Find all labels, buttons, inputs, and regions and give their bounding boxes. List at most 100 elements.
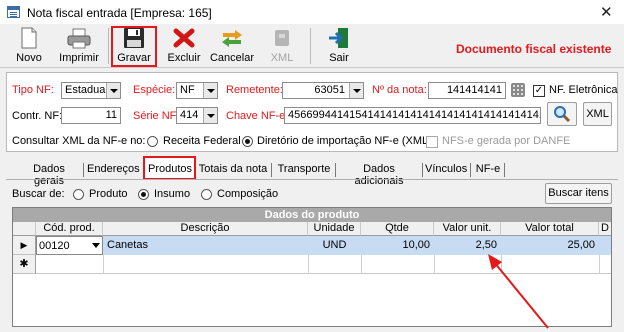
unidade-cell[interactable]: UND: [308, 236, 361, 255]
magnifier-icon: [554, 106, 571, 123]
cell-divider: [599, 255, 600, 274]
delete-button[interactable]: Excluir: [164, 26, 204, 66]
tab-nfe[interactable]: NF-e: [474, 161, 502, 179]
tab-dados-adicionais[interactable]: Dados adicionais: [338, 161, 420, 187]
annotation-arrow-icon: [488, 254, 549, 329]
composicao-radio[interactable]: [201, 189, 212, 200]
chevron-down-icon[interactable]: [203, 108, 217, 123]
nf-eletronica-label: NF. Eletrônica: [549, 84, 618, 96]
buscar-de-label: Buscar de:: [12, 188, 65, 200]
col-header-valor-total[interactable]: Valor total: [501, 222, 599, 236]
title-bar: Nota fiscal entrada [Empresa: 165] ✕: [0, 0, 624, 24]
col-header-descricao[interactable]: Descrição: [103, 222, 308, 236]
window-title: Nota fiscal entrada [Empresa: 165]: [27, 6, 212, 20]
tipo-nf-select[interactable]: Estadual: [61, 82, 121, 99]
serie-value: 414: [180, 109, 199, 121]
nf-eletronica-checkbox[interactable]: ✓: [533, 85, 545, 97]
tab-dados-gerais[interactable]: Dados gerais: [19, 161, 79, 187]
red-x-icon: [172, 26, 196, 50]
insumo-radio[interactable]: [138, 189, 149, 200]
nfse-label: NFS-e gerada por DANFE: [442, 135, 571, 147]
col-header-d[interactable]: D: [599, 222, 611, 236]
tab-totais-da-nota[interactable]: Totais da nota: [198, 161, 268, 179]
tab-vinculos[interactable]: Vínculos: [425, 161, 467, 179]
composicao-label: Composição: [217, 188, 279, 200]
diretorio-radio[interactable]: [242, 136, 253, 147]
current-row-indicator: ▶: [13, 236, 36, 255]
produto-radio[interactable]: [73, 189, 84, 200]
delete-label: Excluir: [167, 52, 201, 64]
serie-select[interactable]: 414: [176, 107, 218, 124]
chevron-down-icon[interactable]: [92, 243, 100, 248]
contr-nf-input[interactable]: 11: [61, 107, 121, 124]
save-highlight-box: [111, 26, 157, 67]
cell-divider: [361, 255, 362, 274]
tab-separator: [422, 163, 423, 177]
new-document-icon: [20, 26, 38, 50]
grid-caption: Dados do produto: [13, 208, 611, 222]
tab-separator: [271, 163, 272, 177]
close-icon[interactable]: ✕: [600, 3, 613, 21]
tab-enderecos[interactable]: Endereços: [87, 161, 140, 179]
toolbar-separator: [108, 28, 109, 64]
tab-separator: [83, 163, 84, 177]
receita-federal-label: Receita Federal: [163, 135, 241, 147]
chave-label: Chave NF-e:: [226, 110, 289, 122]
col-header-valor-unit[interactable]: Valor unit.: [434, 222, 501, 236]
especie-label: Espécie:: [133, 84, 176, 96]
new-button[interactable]: Novo: [12, 26, 46, 66]
especie-select[interactable]: NF: [176, 82, 218, 99]
cancel-arrows-icon: [219, 26, 245, 50]
remetente-select[interactable]: 63051: [282, 82, 364, 99]
insumo-label: Insumo: [154, 188, 191, 200]
printer-icon: [66, 26, 92, 50]
chave-nfe-value: 4566994414154141414141414141414141414141…: [288, 109, 541, 121]
tab-separator: [504, 163, 505, 177]
print-button[interactable]: Imprimir: [54, 26, 104, 66]
buscar-itens-label: Buscar itens: [548, 187, 609, 199]
tipo-nf-label: Tipo NF:: [12, 84, 54, 96]
contr-nf-value: 11: [105, 109, 117, 121]
nota-value: 141414141: [446, 84, 502, 96]
search-button[interactable]: [547, 102, 577, 126]
contr-nf-label: Contr. NF:: [12, 110, 63, 122]
tab-transporte[interactable]: Transporte: [275, 161, 333, 179]
receita-federal-radio[interactable]: [147, 136, 158, 147]
especie-value: NF: [180, 84, 195, 96]
tab-produtos[interactable]: Produtos: [146, 161, 194, 179]
exit-label: Sair: [329, 52, 349, 64]
col-header-cod[interactable]: Cód. prod.: [36, 222, 103, 236]
chevron-down-icon[interactable]: [349, 83, 363, 98]
cancel-button[interactable]: Cancelar: [208, 26, 256, 66]
exit-door-icon: [327, 26, 351, 50]
chave-nfe-input[interactable]: 4566994414154141414141414141414141414141…: [284, 107, 541, 124]
toolbar-separator: [310, 28, 311, 64]
consultar-label: Consultar XML da NF-e no:: [12, 135, 146, 147]
tipo-nf-value: Estadual: [65, 84, 108, 96]
qtde-cell[interactable]: 10,00: [361, 236, 434, 255]
exit-button[interactable]: Sair: [322, 26, 356, 66]
cod-prod-cell[interactable]: 00120: [36, 236, 103, 255]
col-header-qtde[interactable]: Qtde: [361, 222, 434, 236]
nota-input[interactable]: 141414141: [428, 82, 506, 99]
buscar-itens-button[interactable]: Buscar itens: [545, 183, 612, 204]
new-label: Novo: [16, 52, 42, 64]
cell-divider: [434, 255, 435, 274]
print-label: Imprimir: [59, 52, 99, 64]
chevron-down-icon[interactable]: [203, 83, 217, 98]
form-icon: [7, 6, 20, 18]
produto-label: Produto: [89, 188, 128, 200]
descricao-cell[interactable]: Canetas: [103, 236, 308, 255]
col-header-unidade[interactable]: Unidade: [308, 222, 361, 236]
remetente-value: 63051: [314, 84, 345, 96]
tab-separator: [470, 163, 471, 177]
nfse-checkbox[interactable]: [426, 136, 438, 148]
chevron-down-icon[interactable]: [106, 83, 120, 98]
diretorio-label: Diretório de importação NF-e (XML): [257, 135, 432, 147]
tab-separator: [335, 163, 336, 177]
keypad-icon[interactable]: [511, 83, 525, 97]
xml-toolbar-button[interactable]: XML: [266, 26, 298, 66]
serie-label: Série NF:: [133, 110, 180, 122]
xml-button[interactable]: XML: [583, 102, 612, 126]
xml-button-label: XML: [586, 108, 609, 120]
